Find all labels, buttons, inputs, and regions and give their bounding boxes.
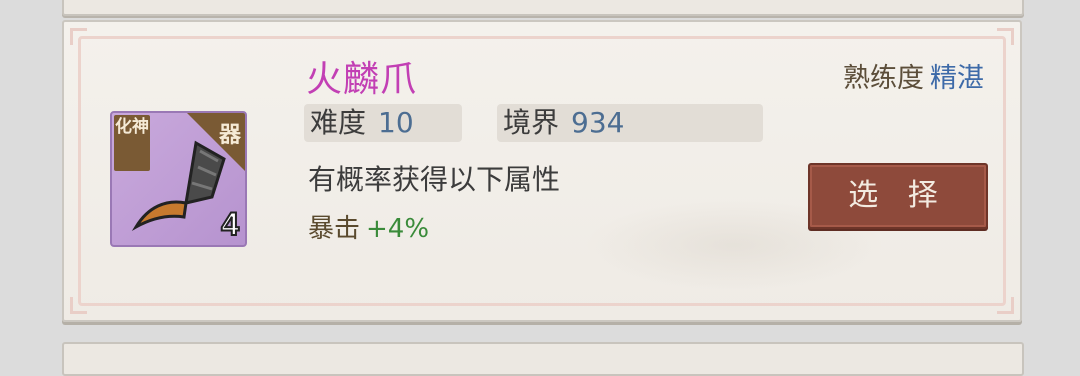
realm-stat: 境界 934 [497,104,763,142]
description: 有概率获得以下属性 [308,163,561,196]
proficiency-label: 熟练度 [843,63,924,94]
attribute-bonus: +4% [366,214,430,244]
next-card [62,342,1024,376]
realm-value: 934 [571,106,625,139]
frame-corner [997,297,1014,314]
frame-corner [70,297,87,314]
item-count: 4 [220,205,240,243]
attribute-name: 暴击 [308,214,361,244]
item-name: 火麟爪 [306,59,418,100]
select-button[interactable]: 选 择 [808,163,988,229]
proficiency-value: 精湛 [930,63,984,94]
realm-label: 境界 [503,106,560,139]
frame-corner [997,28,1014,45]
proficiency: 熟练度 精湛 [843,56,984,95]
previous-card [62,0,1024,16]
difficulty-stat: 难度 10 [304,104,462,142]
difficulty-value: 10 [378,106,414,139]
attribute: 暴击 +4% [308,208,429,245]
item-icon[interactable]: 化神 器 4 [110,111,247,247]
frame-corner [70,28,87,45]
difficulty-label: 难度 [310,106,367,139]
type-badge: 器 [218,122,241,148]
rank-badge: 化神 [114,115,150,171]
